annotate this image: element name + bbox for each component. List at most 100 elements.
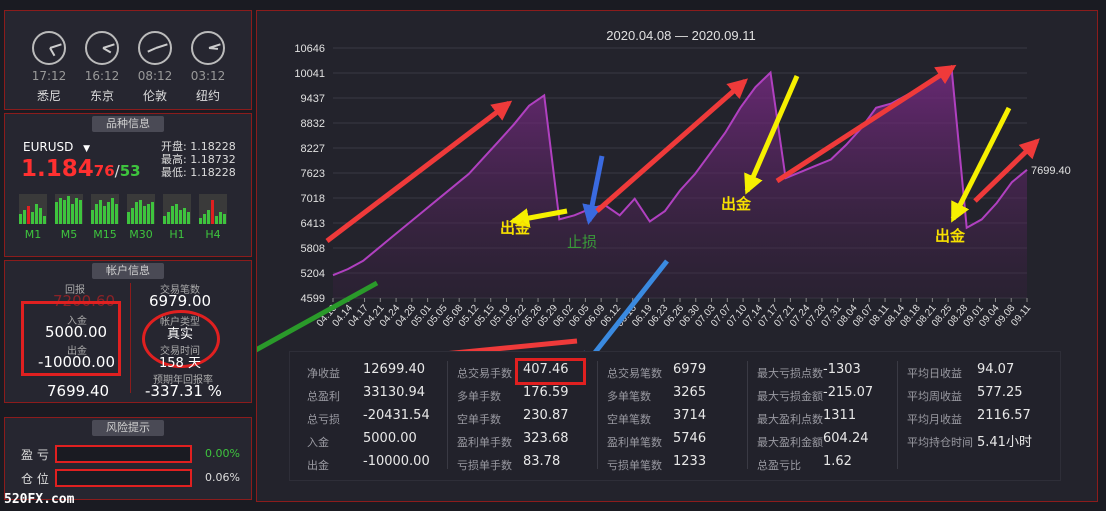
stat-label: 净收益 [307, 367, 340, 380]
symbol-info-panel: 品种信息 EURUSD ▼ 1.18476/53 开盘: 1.18228 最高:… [4, 113, 252, 257]
price-small-2: 53 [119, 162, 141, 180]
stat-label: 总盈利 [307, 390, 340, 403]
stat-value: 176.59 [523, 385, 569, 400]
high-label: 最高: [161, 153, 187, 166]
clock-icon [191, 31, 225, 65]
column-divider [130, 283, 131, 393]
stat-label: 最大盈利金额 [757, 436, 823, 449]
stat-value: 33130.94 [363, 385, 426, 400]
position-risk-bar [55, 469, 192, 487]
stat-value: 5.41小时 [977, 435, 1032, 450]
timeframe-bar-h1 [163, 194, 191, 224]
clock-icon [32, 31, 66, 65]
chart-title: 2020.04.08 — 2020.09.11 [606, 28, 755, 43]
stat-value: 230.87 [523, 408, 569, 423]
high-value: 1.18732 [190, 153, 236, 166]
stat-value: 3714 [673, 408, 707, 423]
timeframe-label[interactable]: H1 [162, 228, 192, 241]
stat-label: 平均日收益 [907, 367, 962, 380]
open-value: 1.18228 [190, 140, 236, 153]
timeframe-label[interactable]: M30 [126, 228, 156, 241]
stat-label: 总亏损 [307, 413, 340, 426]
y-tick-label: 9437 [301, 93, 325, 105]
stat-label: 总交易笔数 [607, 367, 662, 380]
low-value: 1.18228 [190, 166, 236, 179]
y-tick-label: 8227 [301, 143, 325, 155]
world-clock-panel: 17:12 悉尼 16:12 东京 08:12 伦敦 03:12 纽约 [4, 10, 252, 110]
open-label: 开盘: [161, 140, 187, 153]
stat-value: -215.07 [823, 385, 874, 400]
lots-highlight [515, 358, 586, 385]
stat-value: -10000.00 [363, 454, 430, 469]
clock-time: 03:12 [190, 69, 226, 83]
panel-header: 风险提示 [92, 420, 164, 436]
position-percent: 0.06% [205, 471, 240, 484]
stat-value: 5746 [673, 431, 707, 446]
stat-value: 323.68 [523, 431, 569, 446]
watermark: 520FX.com [4, 492, 75, 507]
stat-value: 5000.00 [363, 431, 417, 446]
clock-time: 16:12 [84, 69, 120, 83]
timeframe-label[interactable]: M5 [54, 228, 84, 241]
timeframe-label[interactable]: M15 [90, 228, 120, 241]
clock-city: 悉尼 [36, 89, 61, 103]
equity-chart-panel: 2020.04.08 — 2020.09.11 10646 10041 9437 88… [256, 10, 1098, 502]
annotation-withdraw-3: 出金 [935, 227, 966, 245]
stat-label: 空单笔数 [607, 413, 651, 426]
y-tick-label: 5808 [301, 243, 325, 255]
clock-time: 08:12 [137, 69, 173, 83]
stat-value: 2116.57 [977, 408, 1031, 423]
trade-time-value: 158 天 [159, 356, 201, 371]
stat-label: 总盈亏比 [757, 459, 801, 472]
y-tick-label: 5204 [301, 268, 325, 280]
timeframe-label[interactable]: M1 [18, 228, 48, 241]
timeframe-bar-m30 [127, 194, 155, 224]
price-main: 1.184 [21, 156, 94, 182]
y-tick-label: 4599 [301, 293, 325, 305]
stat-label: 多单手数 [457, 390, 501, 403]
clock-icon [85, 31, 119, 65]
ohl-values: 开盘: 1.18228 最高: 1.18732 最低: 1.18228 [161, 140, 236, 179]
account-type-value: 真实 [167, 327, 194, 342]
chevron-down-icon: ▼ [83, 144, 91, 154]
stat-value: 83.78 [523, 454, 561, 469]
stat-value: -1303 [823, 362, 861, 377]
stat-value: 94.07 [977, 362, 1015, 377]
timeframe-label[interactable]: H4 [198, 228, 228, 241]
timeframe-bar-h4 [199, 194, 227, 224]
risk-panel: 风险提示 盈 亏 0.00% 仓 位 0.06% [4, 417, 252, 500]
position-label: 仓 位 [21, 472, 49, 486]
y-tick-label: 10041 [294, 68, 325, 80]
profit-percent: 0.00% [205, 447, 240, 460]
stat-value: 1233 [673, 454, 707, 469]
y-tick-label: 7623 [301, 168, 325, 180]
stat-value: 6979 [673, 362, 707, 377]
last-value-label: 7699.40 [1031, 165, 1071, 177]
stat-label: 盈利单手数 [457, 436, 512, 449]
stat-value: -20431.54 [363, 408, 430, 423]
stat-label: 平均持仓时间 [907, 436, 973, 449]
stat-label: 最大亏损金额 [757, 390, 823, 403]
y-tick-label: 8832 [301, 118, 325, 130]
stat-label: 最大亏损点数 [757, 367, 823, 380]
stat-label: 亏损单笔数 [607, 459, 662, 472]
symbol-select[interactable]: EURUSD ▼ [23, 140, 90, 154]
deposit-value: 5000.00 [45, 323, 108, 341]
price-display: 1.18476/53 [21, 156, 141, 182]
timeframe-bar-m1 [19, 194, 47, 224]
stats-separator [447, 361, 448, 469]
stat-label: 平均周收益 [907, 390, 962, 403]
stats-separator [597, 361, 598, 469]
stat-value: 1.62 [823, 454, 852, 469]
stat-label: 空单手数 [457, 413, 501, 426]
stat-value: 577.25 [977, 385, 1023, 400]
withdraw-value: -10000.00 [38, 353, 115, 371]
y-tick-label: 6413 [301, 218, 325, 230]
price-small: 76 [93, 162, 115, 180]
timeframe-bar-m5 [55, 194, 83, 224]
stat-label: 平均月收益 [907, 413, 962, 426]
y-tick-label: 7018 [301, 193, 325, 205]
clock-city: 东京 [89, 89, 114, 103]
equity-area [333, 68, 1027, 298]
annual-value: -337.31 % [145, 382, 222, 400]
